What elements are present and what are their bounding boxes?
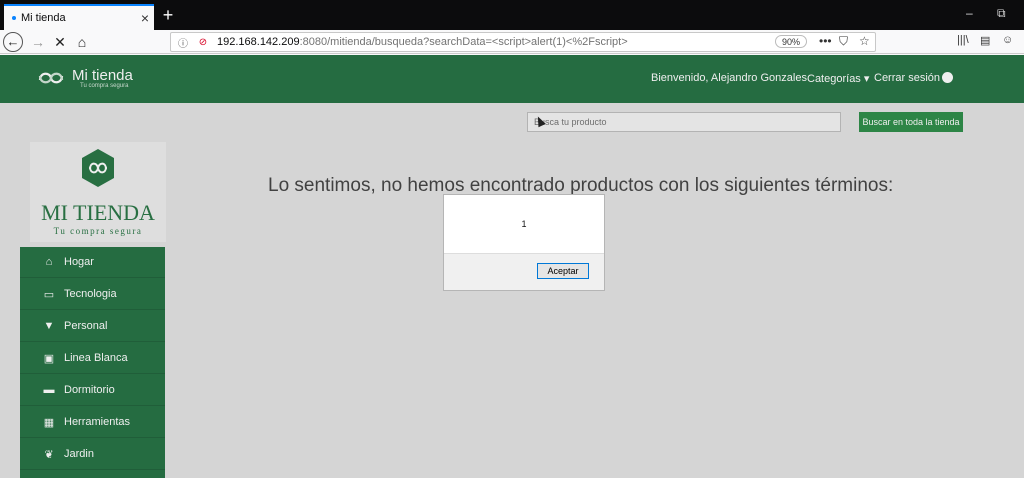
tab-title: Mi tienda	[21, 12, 66, 24]
info-icon[interactable]: ⓘ	[175, 35, 191, 50]
stop-button[interactable]: ✕	[50, 32, 70, 52]
restore-button[interactable]: ⧉	[997, 6, 1006, 21]
loading-dot-icon	[12, 16, 16, 20]
sidebar-icon[interactable]: ▤	[980, 34, 990, 47]
minimize-button[interactable]: –	[966, 6, 973, 20]
alert-message: 1	[521, 219, 527, 229]
browser-tab[interactable]: Mi tienda ×	[4, 4, 154, 30]
account-icon[interactable]: ☺	[1002, 34, 1013, 46]
url-bar[interactable]: ⓘ ⊘ 192.168.142.209:8080/mitienda/busque…	[170, 32, 876, 52]
tab-bar: Mi tienda × + – ⧉	[0, 0, 1024, 30]
zoom-indicator[interactable]: 90%	[775, 35, 808, 48]
alert-dialog: 1 Aceptar	[443, 194, 605, 291]
library-icon[interactable]: |||\	[957, 34, 969, 46]
insecure-lock-icon[interactable]: ⊘	[195, 37, 211, 48]
back-button[interactable]: ←	[3, 32, 23, 52]
page-actions-button[interactable]: •••	[819, 34, 832, 48]
navigation-bar: ← → ✕ ⌂ ⓘ ⊘ 192.168.142.209:8080/mitiend…	[0, 30, 1024, 54]
tab-close-icon[interactable]: ×	[136, 10, 154, 26]
accept-button[interactable]: Aceptar	[537, 263, 589, 279]
bookmark-star-icon[interactable]: ☆	[859, 34, 870, 48]
url-host: 192.168.142.209	[217, 36, 300, 48]
url-path: :8080/mitienda/busqueda?searchData=<scri…	[299, 36, 628, 48]
home-button[interactable]: ⌂	[72, 32, 92, 52]
pocket-icon[interactable]: ⛉	[839, 34, 848, 49]
alert-footer: Aceptar	[444, 253, 604, 290]
forward-button[interactable]: →	[28, 32, 48, 52]
browser-window: Mi tienda × + – ⧉ ← → ✕ ⌂ ⓘ ⊘ 192.168.14…	[0, 0, 1024, 478]
new-tab-button[interactable]: +	[158, 5, 178, 25]
